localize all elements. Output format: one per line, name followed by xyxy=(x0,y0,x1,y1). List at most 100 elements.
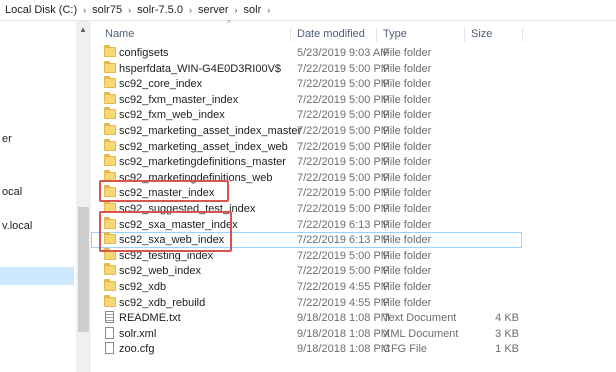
file-type: File folder xyxy=(383,296,432,309)
file-row[interactable]: sc92_fxm_master_index 7/22/2019 5:00 PM Fi… xyxy=(91,91,616,108)
file-date-modified: 7/22/2019 5:00 PM xyxy=(297,249,390,262)
file-name: hsperfdata_WIN-G4E0D3RI00V$ xyxy=(119,62,282,75)
file-type: File folder xyxy=(383,47,432,59)
nav-item[interactable]: er xyxy=(2,133,12,145)
file-type: Text Document xyxy=(383,312,457,325)
column-header-type[interactable]: Type xyxy=(377,28,465,42)
file-size: 4 KB xyxy=(495,312,519,325)
chevron-right-icon[interactable]: › xyxy=(78,5,91,15)
nav-item-selected[interactable] xyxy=(0,267,74,285)
file-type: File folder xyxy=(383,124,432,137)
file-date-modified: 7/22/2019 5:00 PM xyxy=(297,140,390,153)
file-name: zoo.cfg xyxy=(119,343,155,356)
highlight-box xyxy=(99,211,232,252)
file-date-modified: 7/22/2019 5:00 PM xyxy=(297,187,390,200)
file-date-modified: 7/22/2019 5:00 PM xyxy=(297,156,390,169)
folder-icon xyxy=(104,263,116,276)
file-name: sc92_fxm_master_index xyxy=(119,93,239,106)
breadcrumb-local-disk[interactable]: Local Disk (C:) xyxy=(4,4,78,16)
file-date-modified: 7/22/2019 5:00 PM xyxy=(297,78,390,91)
scrollbar-thumb[interactable] xyxy=(78,207,89,332)
file-row[interactable]: sc92_xdb 7/22/2019 4:55 PM File folder xyxy=(91,278,616,295)
file-type: XML Document xyxy=(383,327,459,340)
scroll-up-icon[interactable]: ▲ xyxy=(79,25,87,34)
xml-file-icon xyxy=(105,326,114,339)
column-header-size[interactable]: Size xyxy=(465,28,523,42)
breadcrumb-solr-7-5-0[interactable]: solr-7.5.0 xyxy=(136,4,184,16)
file-date-modified: 7/22/2019 5:00 PM xyxy=(297,124,390,137)
file-row[interactable]: sc92_xdb_rebuild 7/22/2019 4:55 PM File fo… xyxy=(91,294,616,311)
file-name: solr.xml xyxy=(119,327,157,340)
file-type: File folder xyxy=(383,171,432,184)
file-row[interactable]: sc92_fxm_web_index 7/22/2019 5:00 PM File … xyxy=(91,107,616,123)
chevron-right-icon[interactable]: › xyxy=(230,5,243,15)
file-date-modified: 9/18/2018 1:08 PM xyxy=(297,312,390,325)
nav-scrollbar[interactable]: ▲ xyxy=(76,21,91,372)
column-header-name[interactable]: Name xyxy=(99,28,291,42)
file-date-modified: 5/23/2019 9:03 AM xyxy=(297,47,390,59)
file-size: 3 KB xyxy=(495,327,519,340)
file-date-modified: 7/22/2019 4:55 PM xyxy=(297,296,390,309)
file-row[interactable]: configsets 5/23/2019 9:03 AM File folder xyxy=(91,45,616,61)
chevron-right-icon[interactable]: › xyxy=(184,5,197,15)
file-row[interactable]: zoo.cfg 9/18/2018 1:08 PM CFG File 1 KB xyxy=(91,341,616,357)
file-date-modified: 7/22/2019 4:55 PM xyxy=(297,280,390,293)
folder-icon xyxy=(104,107,116,120)
navigation-pane: er ocal v.local xyxy=(0,21,78,372)
folder-icon xyxy=(104,45,116,57)
file-type: File folder xyxy=(383,218,432,231)
file-type: File folder xyxy=(383,202,432,215)
file-type: File folder xyxy=(383,156,432,169)
file-row[interactable]: hsperfdata_WIN-G4E0D3RI00V$ 7/22/2019 5:0… xyxy=(91,60,616,77)
sort-ascending-icon: ^ xyxy=(227,19,231,28)
file-type: File folder xyxy=(383,249,432,262)
file-name: sc92_marketing_asset_index_web xyxy=(119,140,288,153)
file-name: sc92_xdb xyxy=(119,280,167,293)
file-row[interactable]: sc92_web_index 7/22/2019 5:00 PM File fold… xyxy=(91,263,616,279)
breadcrumb-server[interactable]: server xyxy=(197,4,230,16)
file-type: File folder xyxy=(383,265,432,278)
file-type: CFG File xyxy=(383,343,427,356)
highlight-box xyxy=(99,180,229,202)
file-row[interactable]: sc92_marketingdefinitions_master 7/22/201… xyxy=(91,154,616,170)
file-row[interactable]: README.txt 9/18/2018 1:08 PM Text Document… xyxy=(91,310,616,326)
column-header-date[interactable]: Date modified xyxy=(291,28,377,42)
file-date-modified: 7/22/2019 5:00 PM xyxy=(297,109,390,122)
file-date-modified: 9/18/2018 1:08 PM xyxy=(297,327,390,340)
folder-icon xyxy=(104,138,116,151)
file-icon xyxy=(105,342,114,355)
folder-icon xyxy=(104,278,116,291)
file-name: sc92_marketing_asset_index_master xyxy=(119,124,302,137)
file-date-modified: 7/22/2019 5:00 PM xyxy=(297,93,390,106)
chevron-right-icon[interactable]: › xyxy=(123,5,136,15)
file-date-modified: 7/22/2019 5:00 PM xyxy=(297,202,390,215)
file-row[interactable]: sc92_core_index 7/22/2019 5:00 PM File fol… xyxy=(91,76,616,92)
file-name: configsets xyxy=(119,47,169,59)
file-type: File folder xyxy=(383,280,432,293)
file-date-modified: 7/22/2019 5:00 PM xyxy=(297,62,390,75)
file-row[interactable]: sc92_marketing_asset_index_master 7/22/20… xyxy=(91,122,616,139)
file-type: File folder xyxy=(383,234,432,247)
file-name: sc92_web_index xyxy=(119,265,201,278)
nav-item[interactable]: ocal xyxy=(2,186,22,198)
file-row[interactable]: solr.xml 9/18/2018 1:08 PM XML Document 3 K… xyxy=(91,326,616,342)
file-date-modified: 9/18/2018 1:08 PM xyxy=(297,343,390,356)
file-date-modified: 7/22/2019 5:00 PM xyxy=(297,265,390,278)
breadcrumb: Local Disk (C:) › solr75 › solr-7.5.0 › … xyxy=(0,0,616,21)
file-type: File folder xyxy=(383,140,432,153)
file-date-modified: 7/22/2019 5:00 PM xyxy=(297,171,390,184)
file-type: File folder xyxy=(383,78,432,91)
chevron-right-icon[interactable]: › xyxy=(262,5,275,15)
nav-item[interactable]: v.local xyxy=(2,220,32,232)
breadcrumb-solr[interactable]: solr xyxy=(243,4,263,16)
file-date-modified: 7/22/2019 6:13 PM xyxy=(297,218,390,231)
file-type: File folder xyxy=(383,62,432,75)
file-type: File folder xyxy=(383,93,432,106)
folder-icon xyxy=(104,294,116,307)
folder-icon xyxy=(104,154,116,167)
breadcrumb-solr75[interactable]: solr75 xyxy=(91,4,123,16)
file-type: File folder xyxy=(383,109,432,122)
file-size: 1 KB xyxy=(495,343,519,356)
file-row[interactable]: sc92_marketing_asset_index_web 7/22/2019 … xyxy=(91,138,616,155)
file-name: sc92_marketingdefinitions_master xyxy=(119,156,286,169)
